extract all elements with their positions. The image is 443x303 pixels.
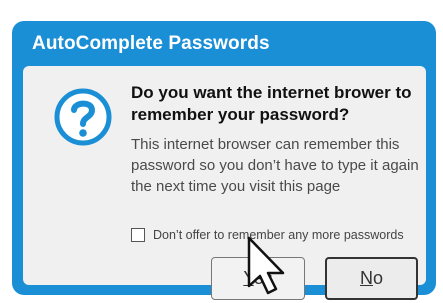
autocomplete-dialog: AutoComplete Passwords Do you want the i… [12, 21, 436, 300]
question-mark-icon [54, 88, 112, 146]
dont-offer-checkbox[interactable] [131, 228, 145, 242]
dialog-body: Do you want the internet brower to remem… [23, 66, 426, 300]
screen: AutoComplete Passwords Do you want the i… [0, 0, 443, 303]
dialog-heading: Do you want the internet brower to remem… [131, 83, 412, 124]
mouse-pointer-icon [247, 236, 285, 295]
no-button-label: No [359, 268, 383, 288]
dialog-title: AutoComplete Passwords [32, 33, 270, 54]
no-button[interactable]: No [325, 257, 418, 300]
dialog-description: This internet browser can remember this … [131, 136, 419, 195]
